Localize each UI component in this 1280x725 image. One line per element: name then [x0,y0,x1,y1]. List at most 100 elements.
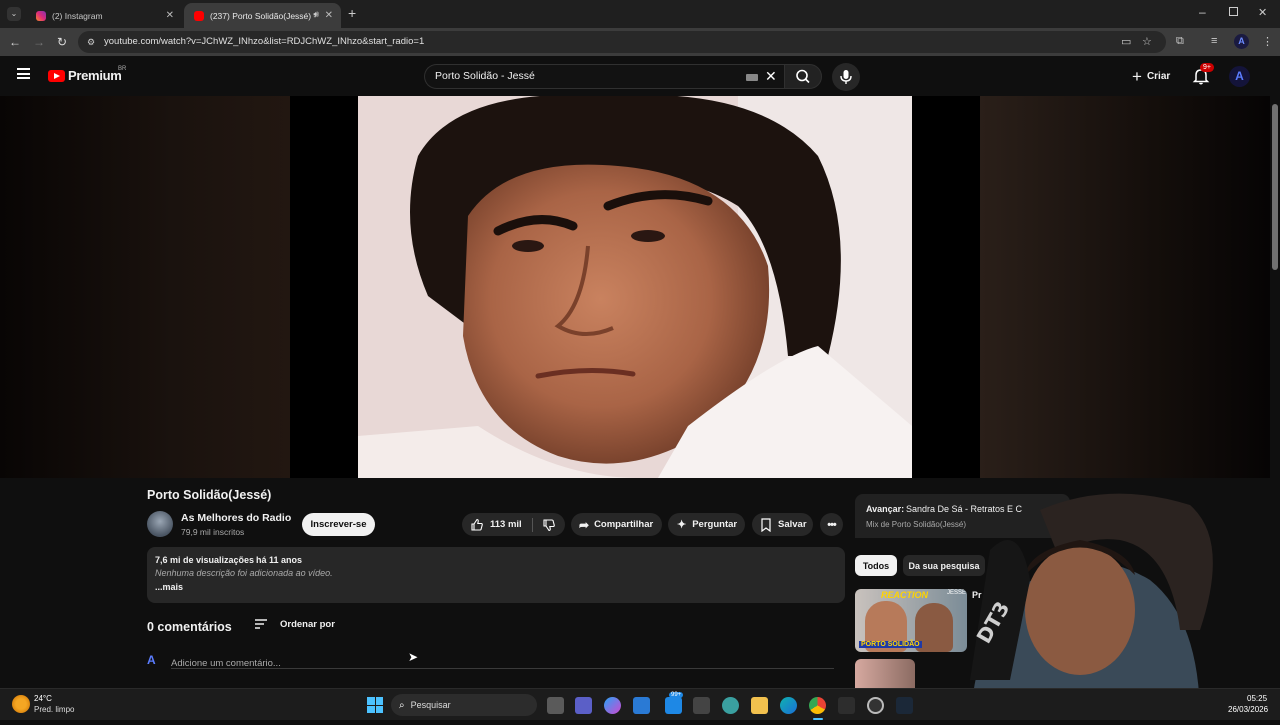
description-box[interactable]: 7,6 mi de visualizações há 11 anos Nenhu… [147,547,845,603]
view-count: 7,6 mi de visualizações [155,555,255,565]
search-input[interactable]: Porto Solidão - Jessé ✕ [424,64,786,89]
streamer-webcam-overlay: DT3 [930,480,1230,720]
weather-temp[interactable]: 24°C [34,694,52,703]
reload-icon[interactable]: ↻ [57,35,67,49]
add-comment-input[interactable]: Adicione um comentário... [171,653,834,669]
close-window-icon[interactable]: ✕ [1258,6,1267,19]
thumbnail-badge: REACTION [881,590,928,600]
url-field[interactable]: ⚙ youtube.com/watch?v=JChWZ_INhzo&list=R… [78,31,1166,53]
taskbar-search[interactable]: ⌕ Pesquisar [391,694,537,716]
clock-time[interactable]: 05:25 [1247,694,1267,703]
share-button[interactable]: ➦ Compartilhar [571,513,662,536]
video-frame-portrait[interactable] [358,96,912,478]
bookmark-star-icon[interactable]: ☆ [1142,35,1152,48]
browser-tab-bar: ⌄ (2) Instagram ✕ (237) Porto Solidão(Je… [0,0,1280,28]
voice-search-button[interactable] [832,63,860,91]
notifications-button[interactable]: 9+ [1190,63,1214,87]
more-dots-icon: ••• [827,518,837,531]
search-button[interactable] [784,64,822,89]
windows-taskbar: 24°C Pred. limpo ⌕ Pesquisar 99+ 05:25 2… [0,688,1280,720]
description-text: Nenhuma descrição foi adicionada ao víde… [155,568,333,578]
tab-youtube[interactable]: (237) Porto Solidão(Jessé) - 🔊︎ ✕ [184,3,341,28]
thumbs-down-icon [543,518,555,531]
steam-icon[interactable] [896,697,913,714]
singer-portrait-image [358,96,912,478]
channel-name[interactable]: As Melhores do Radio [181,512,291,524]
weather-desc[interactable]: Pred. limpo [34,705,74,714]
install-app-icon[interactable]: ▭ [1121,35,1131,48]
globe-icon[interactable] [722,697,739,714]
back-icon[interactable]: ← [9,35,21,49]
teams-icon[interactable] [575,697,592,714]
comment-count: 0 comentários [147,620,232,634]
maximize-icon[interactable] [1229,7,1238,16]
notification-badge: 9+ [1200,63,1214,72]
search-value: Porto Solidão - Jessé [435,70,535,82]
clock-date[interactable]: 26/03/2026 [1228,705,1268,714]
ambient-glow-left [0,96,290,478]
chat-icon[interactable] [665,697,682,714]
video-thumbnail-2[interactable] [855,659,915,688]
calculator-icon[interactable] [693,697,710,714]
ambient-glow-right [980,96,1270,478]
more-actions-button[interactable]: ••• [820,513,843,536]
weather-icon[interactable] [12,695,30,713]
new-tab-icon[interactable]: + [348,5,356,21]
tab-instagram[interactable]: (2) Instagram ✕ [26,3,182,28]
share-icon: ➦ [579,517,590,532]
edge-icon[interactable] [780,697,797,714]
create-label: Criar [1146,70,1171,82]
app-icon[interactable] [838,697,855,714]
ask-label: Perguntar [692,519,738,530]
subscribe-button[interactable]: Inscrever-se [302,513,375,536]
close-tab-icon[interactable]: ✕ [325,10,333,21]
copilot-icon[interactable] [604,697,621,714]
search-icon: ⌕ [399,699,405,711]
chat-badge: 99+ [669,692,684,698]
subscribe-label: Inscrever-se [310,519,367,530]
sort-icon [255,619,267,629]
chrome-menu-icon[interactable]: ⋮ [1262,35,1273,48]
forward-icon[interactable]: → [33,35,45,49]
save-button[interactable]: Salvar [752,513,813,536]
chrome-icon[interactable] [809,697,826,714]
clear-search-icon[interactable]: ✕ [765,65,777,88]
show-more-link[interactable]: ...mais [155,582,183,592]
search-icon [796,69,810,84]
account-avatar[interactable]: A [1229,66,1250,87]
bookmark-icon [761,517,771,532]
sparkle-icon: ✦ [677,519,687,531]
share-label: Compartilhar [594,519,654,530]
channel-avatar[interactable] [147,511,173,537]
windows-start-icon[interactable] [367,697,383,713]
task-view-icon[interactable] [547,697,564,714]
media-controls-icon[interactable]: ≡ [1211,35,1217,47]
keyboard-icon[interactable] [746,74,758,81]
hamburger-menu-icon[interactable] [17,68,30,79]
create-button[interactable]: + Criar [1128,65,1176,87]
close-tab-icon[interactable]: ✕ [166,10,174,21]
profile-avatar[interactable]: A [1234,34,1249,49]
store-icon[interactable] [633,697,650,714]
scrollbar-thumb[interactable] [1272,104,1278,270]
ask-button[interactable]: ✦ Perguntar [668,513,745,536]
upload-age: há 11 anos [256,555,303,565]
plus-icon: + [1132,66,1142,86]
tab-list-chevron-icon[interactable]: ⌄ [7,7,21,21]
tab-label: (2) Instagram [52,10,103,21]
file-explorer-icon[interactable] [751,697,768,714]
speaker-icon[interactable]: 🔊︎ [313,9,319,20]
region-code: BR [118,66,127,72]
add-comment-placeholder: Adicione um comentário... [171,658,281,669]
sort-comments-button[interactable]: Ordenar por [254,618,335,630]
site-info-icon[interactable]: ⚙ [87,31,95,53]
like-button[interactable]: 113 mil [462,513,532,536]
next-prefix: Avançar: [866,504,905,514]
instagram-icon [36,10,46,21]
chip-todos[interactable]: Todos [855,555,897,576]
obs-icon[interactable] [867,697,884,714]
minimize-icon[interactable]: – [1199,5,1206,19]
extensions-icon[interactable]: ⧉ [1176,35,1184,48]
chip-label: Todos [862,560,890,571]
dislike-button[interactable] [533,513,565,536]
